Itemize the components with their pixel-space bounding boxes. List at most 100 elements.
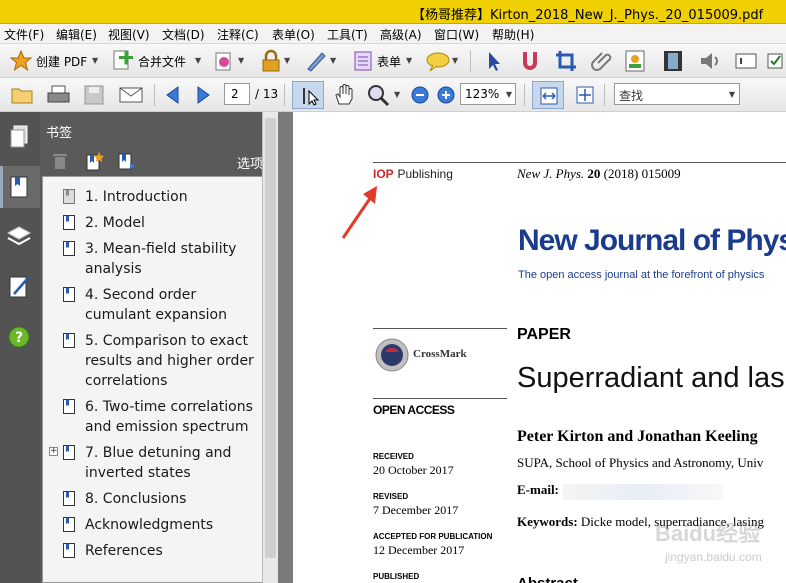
scrollbar-thumb[interactable] xyxy=(265,118,276,558)
print-icon[interactable] xyxy=(46,84,72,106)
keywords-label: Keywords: xyxy=(517,514,578,529)
next-page-icon[interactable] xyxy=(192,84,214,106)
forms-icon[interactable] xyxy=(353,50,373,72)
bookmark-label: References xyxy=(85,543,163,559)
navigation-toolbar: / 13 ▼ 123% ▼ 查找 ▼ xyxy=(0,78,786,112)
new-bookmark-icon[interactable] xyxy=(84,151,104,171)
layers-icon[interactable] xyxy=(4,222,34,252)
text-field-icon[interactable] xyxy=(734,50,758,72)
chevron-down-icon[interactable]: ▼ xyxy=(406,56,412,65)
bookmark-page-icon xyxy=(63,287,75,302)
sound-icon[interactable] xyxy=(698,49,722,73)
zoom-in-icon[interactable] xyxy=(436,85,456,105)
bookmark-label: 7. Blue detuning and inverted states xyxy=(85,445,232,481)
bookmarks-panel-header: 书签 × xyxy=(40,112,286,148)
chevron-down-icon[interactable]: ▼ xyxy=(195,56,201,65)
create-pdf-button[interactable]: 创建 PDF xyxy=(36,53,87,70)
help-icon[interactable]: ? xyxy=(4,322,34,352)
redacted-email xyxy=(563,484,723,500)
previous-page-icon[interactable] xyxy=(162,84,184,106)
forms-button[interactable]: 表单 xyxy=(377,53,401,70)
signatures-icon[interactable] xyxy=(4,272,34,302)
page-number-input[interactable] xyxy=(224,83,250,105)
authors: Peter Kirton and Jonathan Keeling xyxy=(517,428,758,445)
menu-window[interactable]: 窗口(W) xyxy=(434,26,479,43)
menu-bar: 文件(F) 编辑(E) 视图(V) 文档(D) 注释(C) 表单(O) 工具(T… xyxy=(0,24,786,44)
checkbox-icon[interactable] xyxy=(766,50,786,72)
pane-splitter[interactable] xyxy=(278,112,293,583)
magnet-icon[interactable] xyxy=(518,49,542,73)
search-box[interactable]: 查找 ▼ xyxy=(614,83,740,105)
bookmark-label: 5. Comparison to exact results and highe… xyxy=(85,333,254,389)
select-arrow-icon[interactable] xyxy=(484,50,504,72)
zoom-value: 123% xyxy=(465,87,500,101)
email-label: E-mail: xyxy=(517,482,559,497)
sign-pen-icon[interactable] xyxy=(304,49,328,73)
menu-edit[interactable]: 编辑(E) xyxy=(56,26,97,43)
document-view: IOP Publishing New J. Phys. 20 (2018) 01… xyxy=(293,112,786,583)
pages-icon[interactable] xyxy=(4,122,34,152)
comment-icon[interactable] xyxy=(425,50,451,72)
crossmark-icon[interactable] xyxy=(375,338,409,372)
chevron-down-icon[interactable]: ▼ xyxy=(92,56,98,65)
menu-tools[interactable]: 工具(T) xyxy=(327,26,368,43)
text-select-icon xyxy=(303,88,320,106)
annotation-arrow xyxy=(341,186,377,239)
expand-bookmark-icon[interactable] xyxy=(116,151,136,171)
crop-icon[interactable] xyxy=(554,49,578,73)
menu-advanced[interactable]: 高级(A) xyxy=(380,26,422,43)
create-pdf-icon[interactable] xyxy=(10,50,32,72)
menu-view[interactable]: 视图(V) xyxy=(108,26,150,43)
zoom-out-icon[interactable] xyxy=(410,85,430,105)
chevron-down-icon: ▼ xyxy=(728,90,735,99)
bookmarks-panel: 书签 × 选项▼ 1. Introduction 2. Model xyxy=(40,112,286,583)
menu-document[interactable]: 文档(D) xyxy=(162,26,205,43)
export-icon[interactable] xyxy=(212,49,236,73)
menu-forms[interactable]: 表单(O) xyxy=(272,26,315,43)
menu-help[interactable]: 帮助(H) xyxy=(492,26,534,43)
search-input[interactable]: 查找 xyxy=(619,87,643,104)
bookmarks-panel-toolbar: 选项▼ xyxy=(40,148,286,176)
fit-width-button[interactable] xyxy=(532,81,564,109)
publisher-mark: IOP xyxy=(373,167,394,181)
citation-rest: (2018) 015009 xyxy=(603,166,681,181)
select-tool-button[interactable] xyxy=(292,81,324,109)
attach-icon[interactable] xyxy=(590,49,614,73)
email-icon[interactable] xyxy=(118,84,144,106)
bookmark-page-icon xyxy=(63,491,75,506)
chevron-down-icon[interactable]: ▼ xyxy=(238,56,244,65)
menu-comments[interactable]: 注释(C) xyxy=(217,26,259,43)
publisher-word: Publishing xyxy=(397,167,453,181)
zoom-tool-icon[interactable] xyxy=(366,83,392,107)
chevron-down-icon[interactable]: ▼ xyxy=(394,90,400,99)
chevron-down-icon[interactable]: ▼ xyxy=(284,56,290,65)
save-icon[interactable] xyxy=(82,84,106,106)
bookmarks-icon[interactable] xyxy=(4,172,34,202)
film-icon[interactable] xyxy=(662,49,684,73)
options-label: 选项 xyxy=(237,157,264,172)
header-rule xyxy=(373,162,786,163)
merge-files-icon[interactable] xyxy=(111,49,135,73)
window-title: 【杨哥推荐】Kirton_2018_New_J._Phys._20_015009… xyxy=(412,8,764,23)
zoom-select[interactable]: 123% ▼ xyxy=(460,83,516,105)
expand-toggle[interactable]: + xyxy=(49,447,58,456)
chevron-down-icon[interactable]: ▼ xyxy=(330,56,336,65)
chevron-down-icon[interactable]: ▼ xyxy=(452,56,458,65)
merge-files-button[interactable]: 合并文件 xyxy=(138,53,186,70)
delete-bookmark-icon[interactable] xyxy=(52,152,68,170)
toolbar-divider xyxy=(604,84,605,106)
crossmark-label: CrossMark xyxy=(413,348,467,360)
toolbar-divider xyxy=(524,84,525,106)
paper-title: Superradiant and lasin xyxy=(517,362,786,394)
bookmark-page-icon xyxy=(63,241,75,256)
bookmarks-scrollbar[interactable] xyxy=(262,112,278,583)
open-folder-icon[interactable] xyxy=(10,84,36,106)
menu-file[interactable]: 文件(F) xyxy=(4,26,44,43)
lock-icon[interactable] xyxy=(260,49,282,73)
hand-tool-icon[interactable] xyxy=(332,83,356,107)
bookmark-page-icon xyxy=(63,215,75,230)
bookmark-page-icon xyxy=(63,189,75,204)
image-icon[interactable] xyxy=(624,49,648,73)
fit-page-icon[interactable] xyxy=(574,84,596,106)
bookmark-page-icon xyxy=(63,517,75,532)
